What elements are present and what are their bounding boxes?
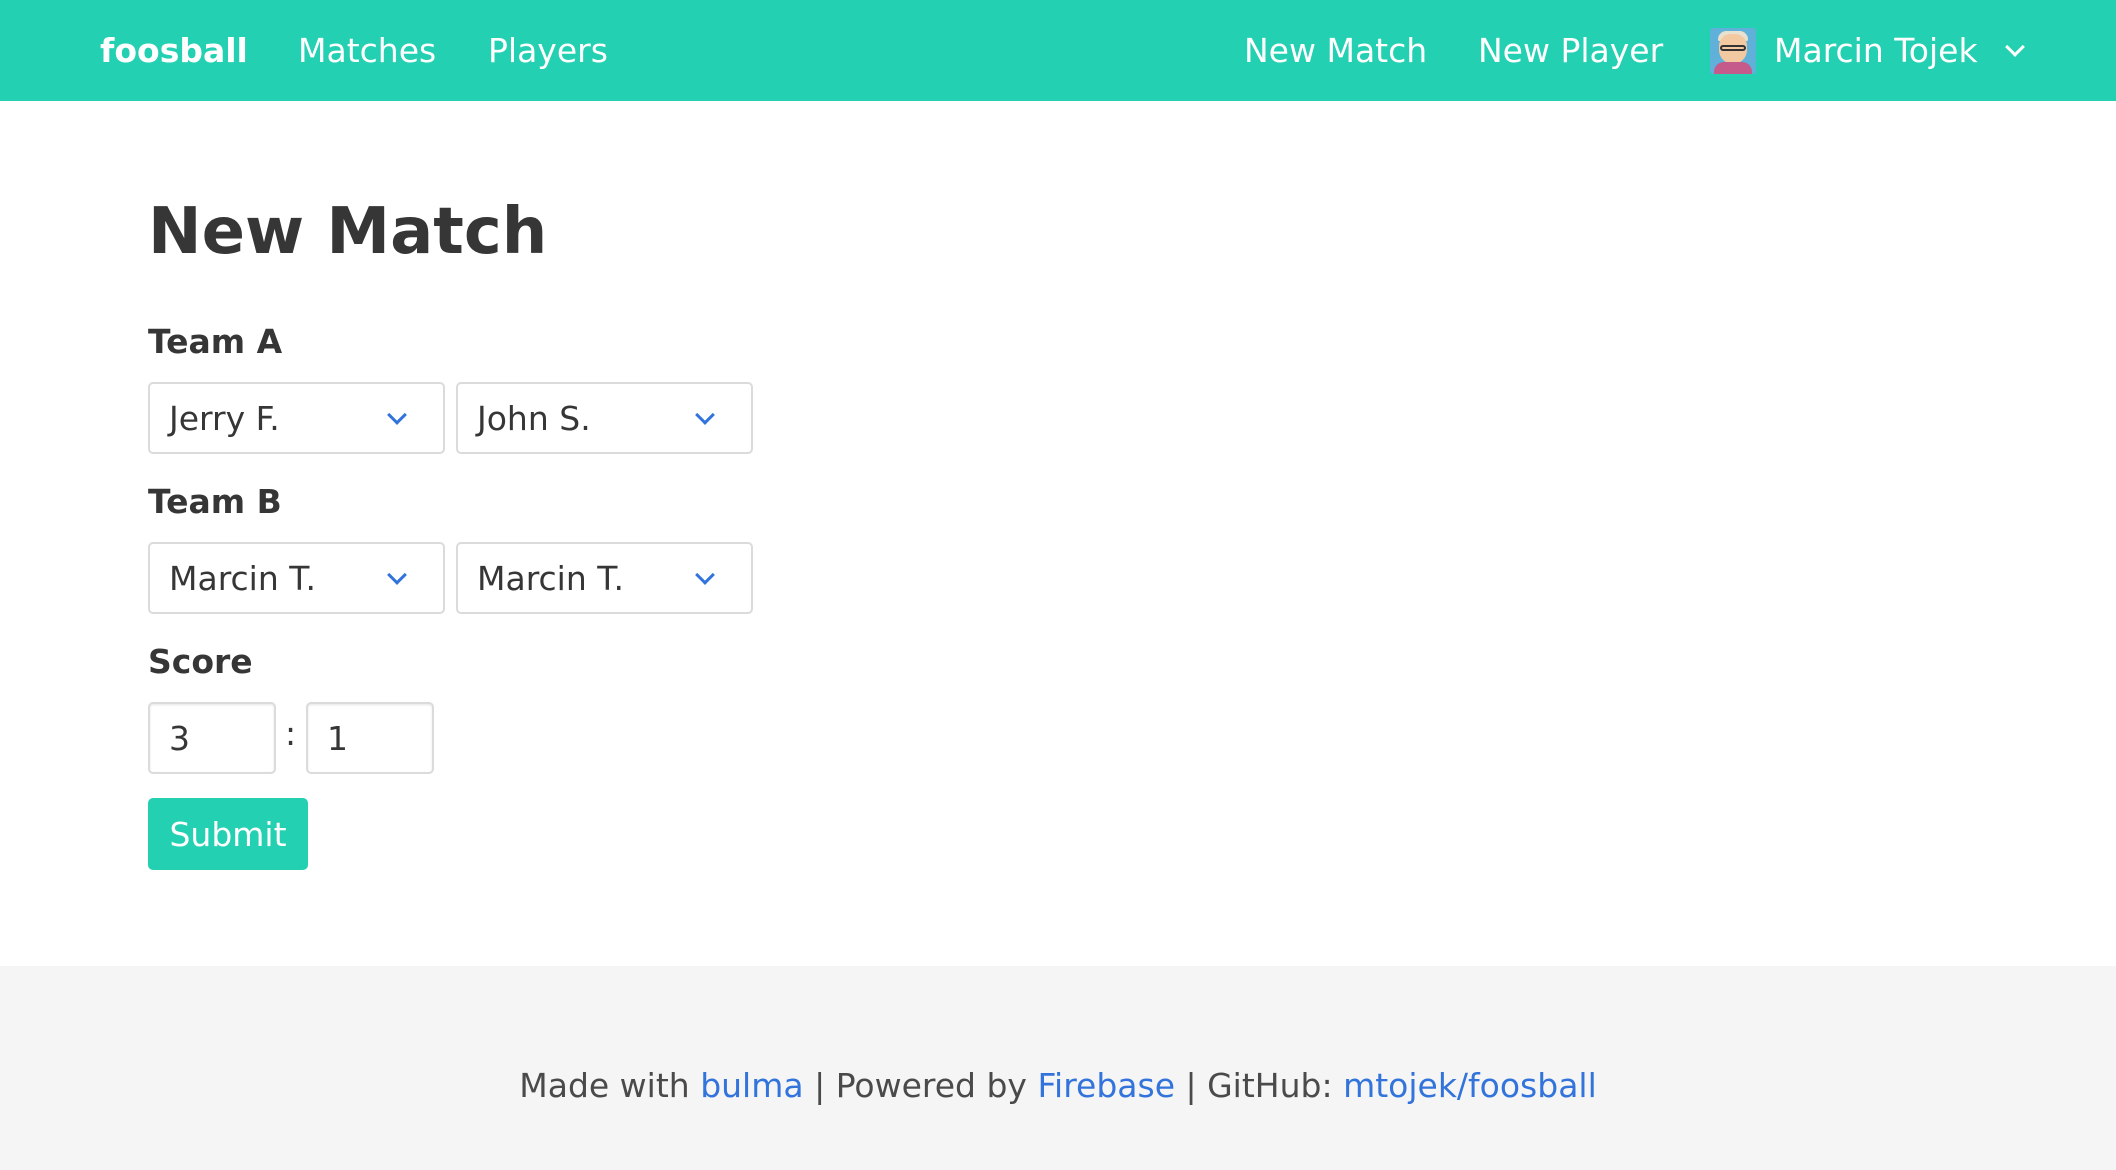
nav-matches-link[interactable]: Matches xyxy=(298,0,436,101)
team-a-player2-value: John S. xyxy=(477,398,591,438)
chevron-down-icon xyxy=(695,565,715,585)
score-team-b-input[interactable]: 1 xyxy=(306,702,434,774)
team-b-player1-value: Marcin T. xyxy=(169,558,316,598)
score-label: Score xyxy=(148,642,253,681)
submit-button[interactable]: Submit xyxy=(148,798,308,870)
footer-github-prefix: | GitHub: xyxy=(1175,1066,1344,1105)
team-b-player2-select[interactable]: Marcin T. xyxy=(456,542,753,614)
team-b-label: Team B xyxy=(148,482,282,521)
bulma-link[interactable]: bulma xyxy=(700,1066,803,1105)
navbar: foosball Matches Players New Match New P… xyxy=(0,0,2116,101)
score-team-a-input[interactable]: 3 xyxy=(148,702,276,774)
score-team-a-value: 3 xyxy=(169,718,190,758)
team-a-player1-select[interactable]: Jerry F. xyxy=(148,382,445,454)
nav-players-link[interactable]: Players xyxy=(488,0,608,101)
chevron-down-icon xyxy=(387,405,407,425)
page-title: New Match xyxy=(148,195,548,269)
github-link[interactable]: mtojek/foosball xyxy=(1343,1066,1597,1105)
team-a-label: Team A xyxy=(148,322,283,361)
nav-new-player-link[interactable]: New Player xyxy=(1478,0,1663,101)
nav-new-match-link[interactable]: New Match xyxy=(1244,0,1427,101)
team-a-player1-value: Jerry F. xyxy=(169,398,280,438)
team-b-player1-select[interactable]: Marcin T. xyxy=(148,542,445,614)
chevron-down-icon xyxy=(695,405,715,425)
brand-link[interactable]: foosball xyxy=(100,0,248,101)
footer-powered-by: | Powered by xyxy=(803,1066,1038,1105)
team-a-player2-select[interactable]: John S. xyxy=(456,382,753,454)
footer-made-with: Made with xyxy=(519,1066,701,1105)
team-b-player2-value: Marcin T. xyxy=(477,558,624,598)
score-team-b-value: 1 xyxy=(327,718,348,758)
score-separator: : xyxy=(285,714,297,753)
user-avatar-icon xyxy=(1710,27,1756,74)
firebase-link[interactable]: Firebase xyxy=(1037,1066,1175,1105)
chevron-down-icon xyxy=(2004,36,2025,57)
user-menu[interactable]: Marcin Tojek xyxy=(1710,0,2025,101)
user-name: Marcin Tojek xyxy=(1774,31,1978,70)
chevron-down-icon xyxy=(387,565,407,585)
footer-credits: Made with bulma | Powered by Firebase | … xyxy=(0,1066,2116,1106)
